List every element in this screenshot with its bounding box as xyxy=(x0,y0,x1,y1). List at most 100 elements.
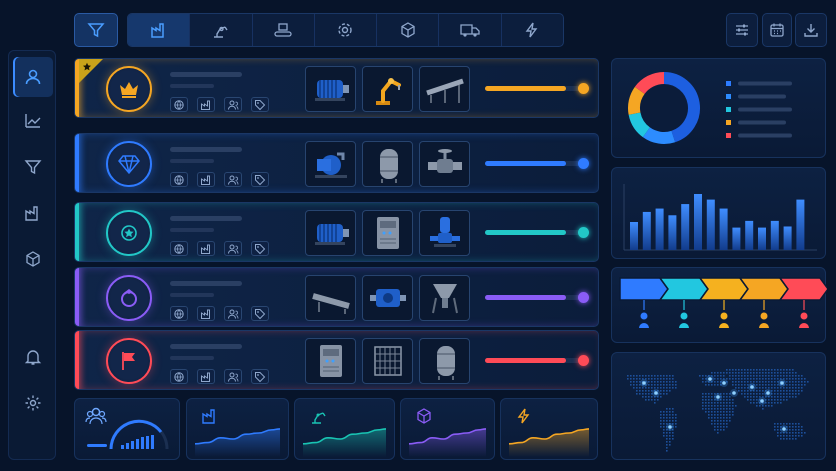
people-gauge xyxy=(85,407,169,450)
sidebar-item-filter[interactable] xyxy=(13,147,53,187)
row-action-tag[interactable] xyxy=(251,306,269,321)
row-action-globe[interactable] xyxy=(170,172,188,187)
sidebar-item-settings[interactable] xyxy=(13,383,53,423)
equipment-thumbnail[interactable] xyxy=(419,141,470,187)
row-accent xyxy=(75,331,79,389)
equipment-thumbnail[interactable] xyxy=(419,66,470,112)
tab-logistics[interactable] xyxy=(439,14,502,46)
trend-icon xyxy=(25,114,41,128)
equipment-thumbnail[interactable] xyxy=(419,275,470,321)
row-action-factory[interactable] xyxy=(197,241,215,256)
list-item[interactable] xyxy=(74,330,599,390)
pump-icon xyxy=(314,152,347,178)
row-action-tag[interactable] xyxy=(251,241,269,256)
stat-card-box[interactable] xyxy=(400,398,495,460)
equipment-thumbnail[interactable] xyxy=(305,210,356,256)
row-action-factory[interactable] xyxy=(197,172,215,187)
equipment-thumbnail[interactable] xyxy=(305,275,356,321)
list-item[interactable] xyxy=(74,202,599,262)
equipment-thumbnail[interactable] xyxy=(305,66,356,112)
tab-factory[interactable] xyxy=(128,14,191,46)
stat-card-people[interactable] xyxy=(74,398,180,460)
download-button[interactable] xyxy=(795,13,827,47)
person-icon xyxy=(680,312,688,320)
tab-settings[interactable] xyxy=(315,14,378,46)
row-action-factory[interactable] xyxy=(197,306,215,321)
list-item[interactable] xyxy=(74,267,599,327)
box-icon xyxy=(401,22,415,38)
factory-icon xyxy=(201,244,210,254)
row-action-globe[interactable] xyxy=(170,306,188,321)
location-marker xyxy=(780,381,784,385)
location-marker xyxy=(732,391,736,395)
equipment-thumbnail[interactable] xyxy=(419,210,470,256)
factory-icon xyxy=(150,23,164,38)
progress-fill xyxy=(485,295,566,300)
equipment-thumbnail[interactable] xyxy=(305,141,356,187)
world-map xyxy=(627,369,809,452)
row-action-globe[interactable] xyxy=(170,241,188,256)
tag-icon xyxy=(255,174,266,185)
bar xyxy=(796,199,805,250)
sidebar-item-notifications[interactable] xyxy=(13,337,53,377)
tier-badge xyxy=(106,141,152,187)
tab-robotics[interactable] xyxy=(190,14,253,46)
sidebar xyxy=(8,50,56,460)
row-action-factory[interactable] xyxy=(197,369,215,384)
conveyor-icon xyxy=(425,78,464,103)
row-subtitle-placeholder xyxy=(170,228,214,232)
control-cabinet-icon xyxy=(376,217,399,249)
row-action-factory[interactable] xyxy=(197,97,215,112)
list-item[interactable] xyxy=(74,133,599,193)
stat-card-robot-arm[interactable] xyxy=(294,398,395,460)
process-step xyxy=(738,277,789,301)
bar xyxy=(783,226,792,250)
row-action-user-group[interactable] xyxy=(224,172,242,187)
location-marker xyxy=(766,391,770,395)
equipment-thumbnail[interactable] xyxy=(362,338,413,384)
row-action-user-group[interactable] xyxy=(224,369,242,384)
row-action-tag[interactable] xyxy=(251,97,269,112)
row-title-placeholder xyxy=(170,344,242,349)
list-item[interactable] xyxy=(74,58,599,118)
stat-card-lightning[interactable] xyxy=(500,398,598,460)
equipment-thumbnail[interactable] xyxy=(362,141,413,187)
row-action-globe[interactable] xyxy=(170,369,188,384)
sliders-icon xyxy=(736,24,748,36)
equipment-thumbnail[interactable] xyxy=(305,338,356,384)
equipment-thumbnail[interactable] xyxy=(362,66,413,112)
robot-arm-icon xyxy=(312,412,326,424)
calendar-icon xyxy=(770,23,784,37)
process-step xyxy=(619,277,669,301)
row-action-user-group[interactable] xyxy=(224,97,242,112)
row-action-tag[interactable] xyxy=(251,172,269,187)
tag-icon xyxy=(255,243,266,254)
vertical-pump-icon xyxy=(429,217,460,247)
row-title-placeholder xyxy=(170,72,242,77)
row-action-tag[interactable] xyxy=(251,369,269,384)
filter-icon xyxy=(24,160,42,175)
row-action-user-group[interactable] xyxy=(224,306,242,321)
equipment-thumbnail[interactable] xyxy=(362,275,413,321)
star-icon[interactable] xyxy=(82,62,92,72)
sidebar-item-trends[interactable] xyxy=(13,101,53,141)
sidebar-item-factory[interactable] xyxy=(13,193,53,233)
tab-inventory[interactable] xyxy=(377,14,440,46)
gearbox-icon xyxy=(369,289,406,307)
tab-conveyor[interactable] xyxy=(253,14,315,46)
calendar-button[interactable] xyxy=(762,13,792,47)
equipment-thumbnail[interactable] xyxy=(362,210,413,256)
adjust-button[interactable] xyxy=(726,13,758,47)
tab-energy[interactable] xyxy=(502,14,563,46)
location-marker xyxy=(716,395,720,399)
filter-button[interactable] xyxy=(74,13,118,47)
sidebar-item-cube[interactable] xyxy=(13,239,53,279)
row-action-globe[interactable] xyxy=(170,97,188,112)
sidebar-item-users[interactable] xyxy=(13,57,53,97)
location-marker xyxy=(642,381,646,385)
equipment-thumbnail[interactable] xyxy=(419,338,470,384)
user-group-icon xyxy=(228,309,239,319)
stat-card-factory[interactable] xyxy=(186,398,289,460)
cube-icon xyxy=(26,251,40,267)
row-action-user-group[interactable] xyxy=(224,241,242,256)
